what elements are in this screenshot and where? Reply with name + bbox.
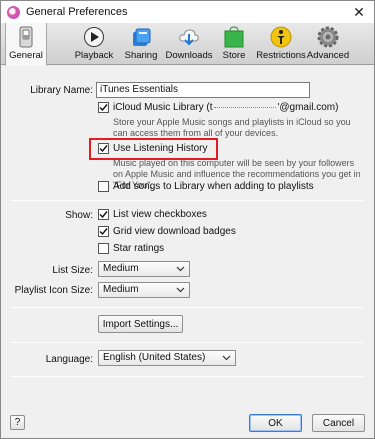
grid-view-badges-option[interactable]: Grid view download badges — [98, 226, 236, 237]
list-size-select[interactable]: Medium — [98, 261, 190, 277]
icloud-library-label: iCloud Music Library (t — [113, 102, 213, 113]
star-ratings-label: Star ratings — [113, 243, 165, 254]
play-icon — [83, 26, 105, 48]
divider — [11, 200, 363, 201]
download-cloud-icon — [178, 26, 200, 48]
tab-playback-label: Playback — [74, 50, 114, 61]
gear-icon — [317, 26, 339, 48]
star-ratings-option[interactable]: Star ratings — [98, 243, 164, 254]
chevron-down-icon — [176, 287, 185, 293]
tab-downloads-label: Downloads — [165, 50, 213, 61]
icloud-library-option[interactable]: iCloud Music Library (t '@gmail.com) — [98, 102, 338, 113]
itunes-app-icon — [7, 5, 20, 19]
listening-history-label: Use Listening History — [113, 143, 208, 154]
playlist-icon-size-value: Medium — [103, 284, 139, 295]
sharing-icon — [130, 26, 152, 48]
list-view-checkboxes-checkbox[interactable] — [98, 209, 109, 220]
close-button[interactable]: ✕ — [344, 1, 374, 23]
divider — [11, 376, 363, 377]
list-view-checkboxes-label: List view checkboxes — [113, 209, 207, 220]
help-button[interactable]: ? — [10, 415, 25, 430]
list-size-value: Medium — [103, 263, 139, 274]
star-ratings-checkbox[interactable] — [98, 243, 109, 254]
store-bag-icon — [223, 26, 245, 48]
tab-general-label: General — [9, 50, 43, 61]
icloud-email-suffix: '@gmail.com) — [277, 102, 339, 113]
tab-downloads[interactable]: Downloads — [165, 23, 213, 65]
restrictions-icon — [270, 26, 292, 48]
add-songs-checkbox[interactable] — [98, 181, 109, 192]
general-pane: Library Name: iTunes Essentials iCloud M… — [1, 66, 374, 438]
add-songs-option[interactable]: Add songs to Library when adding to play… — [98, 181, 314, 192]
preferences-toolbar: General Playback Sharing Downloads Store… — [1, 23, 374, 66]
list-size-label: List Size: — [52, 265, 93, 276]
language-value: English (United States) — [103, 352, 206, 363]
grid-view-badges-label: Grid view download badges — [113, 226, 236, 237]
tab-general[interactable]: General — [5, 23, 47, 66]
listening-history-option[interactable]: Use Listening History — [98, 143, 207, 154]
tab-restrictions[interactable]: Restrictions — [255, 23, 307, 65]
tab-playback[interactable]: Playback — [71, 23, 117, 65]
playlist-icon-size-select[interactable]: Medium — [98, 282, 190, 298]
import-settings-button[interactable]: Import Settings... — [98, 315, 183, 333]
switch-icon — [15, 26, 37, 48]
tab-advanced-label: Advanced — [306, 50, 350, 61]
cancel-button[interactable]: Cancel — [312, 414, 365, 432]
window-title: General Preferences — [26, 6, 128, 18]
tab-restrictions-label: Restrictions — [256, 50, 306, 61]
title-bar: General Preferences ✕ — [1, 1, 374, 23]
redacted-email — [214, 107, 277, 108]
add-songs-label: Add songs to Library when adding to play… — [113, 181, 314, 192]
divider — [11, 307, 363, 308]
tab-sharing[interactable]: Sharing — [118, 23, 164, 65]
list-view-checkboxes-option[interactable]: List view checkboxes — [98, 209, 207, 220]
icloud-library-checkbox[interactable] — [98, 102, 109, 113]
chevron-down-icon — [222, 355, 231, 361]
playlist-icon-size-label: Playlist Icon Size: — [14, 285, 93, 296]
language-label: Language: — [45, 354, 93, 365]
ok-button[interactable]: OK — [249, 414, 302, 432]
language-select[interactable]: English (United States) — [98, 350, 236, 366]
tab-store[interactable]: Store — [214, 23, 254, 65]
tab-store-label: Store — [222, 50, 246, 61]
listening-history-checkbox[interactable] — [98, 143, 109, 154]
show-label: Show: — [65, 210, 93, 221]
library-name-field[interactable]: iTunes Essentials — [96, 82, 310, 98]
tab-advanced[interactable]: Advanced — [305, 23, 351, 65]
divider — [11, 342, 363, 343]
preferences-window: General Preferences ✕ General Playback S… — [0, 0, 375, 439]
library-name-label: Library Name: — [30, 85, 93, 96]
tab-sharing-label: Sharing — [124, 50, 158, 61]
chevron-down-icon — [176, 266, 185, 272]
icloud-description: Store your Apple Music songs and playlis… — [113, 117, 351, 138]
grid-view-badges-checkbox[interactable] — [98, 226, 109, 237]
